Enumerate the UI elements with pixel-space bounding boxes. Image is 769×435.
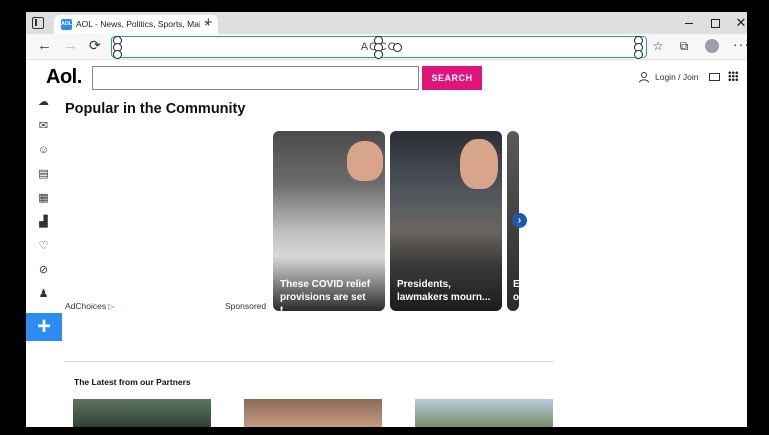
tab-title: AOL - News, Politics, Sports, Mail bbox=[76, 19, 200, 29]
next-arrow-button[interactable]: › bbox=[512, 213, 527, 228]
title-bar: AOL AOL - News, Politics, Sports, Mail ×… bbox=[26, 12, 747, 34]
adchoices-label: AdChoices bbox=[65, 301, 107, 311]
person-icon[interactable]: ☺ bbox=[37, 144, 50, 157]
tab-aol[interactable]: AOL AOL - News, Politics, Sports, Mail × bbox=[54, 15, 218, 34]
finance-icon[interactable]: ▟ bbox=[37, 216, 50, 229]
selection-handle-icon[interactable] bbox=[393, 43, 402, 52]
adchoices-link[interactable]: AdChoices ▷ bbox=[65, 301, 114, 311]
search-input[interactable] bbox=[92, 66, 419, 90]
card-headline: Presidents, lawmakers mourn... bbox=[397, 279, 491, 303]
browser-window: AOL AOL - News, Politics, Sports, Mail ×… bbox=[26, 12, 747, 427]
forward-arrow-icon[interactable]: → bbox=[63, 37, 78, 54]
divider bbox=[64, 361, 554, 362]
section-title: Popular in the Community bbox=[65, 101, 246, 117]
close-window-button[interactable]: ✕ bbox=[734, 16, 747, 30]
entertainment-icon[interactable]: ▦ bbox=[37, 192, 50, 205]
favorites-icon[interactable]: ☆ bbox=[651, 39, 665, 53]
adchoices-icon: ▷ bbox=[108, 302, 115, 311]
partner-thumbnail[interactable] bbox=[415, 399, 553, 427]
aol-favicon-icon: AOL bbox=[61, 19, 72, 30]
mail-icon[interactable]: ✉ bbox=[37, 120, 50, 133]
card-headline: These COVID relief provisions are set t.… bbox=[280, 279, 371, 311]
selection-handle-icon[interactable] bbox=[113, 50, 122, 59]
sponsored-label: Sponsored bbox=[225, 301, 267, 311]
maximize-button[interactable] bbox=[708, 16, 722, 30]
selection-handle-icon[interactable] bbox=[374, 50, 383, 59]
collections-icon[interactable]: ⧉ bbox=[677, 39, 691, 53]
profile-avatar[interactable] bbox=[705, 39, 719, 53]
partner-thumbnail[interactable] bbox=[244, 399, 382, 427]
address-bar[interactable]: AOCO bbox=[111, 36, 647, 59]
apps-grid-icon[interactable] bbox=[728, 71, 738, 81]
user-icon[interactable] bbox=[638, 71, 650, 83]
card-photo bbox=[460, 139, 498, 189]
reload-icon[interactable]: ⟳ bbox=[89, 37, 101, 54]
news-card[interactable]: Presidents, lawmakers mourn... bbox=[390, 131, 502, 311]
back-arrow-icon[interactable]: ← bbox=[37, 37, 52, 54]
weather-icon[interactable]: ☁ bbox=[37, 96, 50, 109]
card-photo bbox=[347, 141, 383, 181]
partner-thumbnail[interactable] bbox=[73, 399, 211, 427]
new-tab-button[interactable]: + bbox=[204, 14, 213, 32]
search-button[interactable]: SEARCH bbox=[422, 66, 482, 90]
add-button[interactable]: + bbox=[26, 313, 62, 341]
lifestyle-icon[interactable]: ♡ bbox=[37, 240, 50, 253]
sports-icon[interactable]: ⊘ bbox=[37, 264, 50, 277]
browser-toolbar: ← → ⟳ AOCO ☆ ⧉ ··· bbox=[26, 34, 747, 60]
login-link[interactable]: Login / Join bbox=[655, 72, 698, 82]
mail-icon[interactable] bbox=[709, 73, 720, 81]
tab-actions-icon[interactable] bbox=[32, 17, 44, 29]
selection-handle-icon[interactable] bbox=[634, 50, 643, 59]
minimize-button[interactable] bbox=[682, 16, 696, 30]
more-options-icon[interactable]: ··· bbox=[733, 36, 747, 52]
games-icon[interactable]: ♟ bbox=[37, 288, 50, 301]
desktop-frame: AOL AOL - News, Politics, Sports, Mail ×… bbox=[0, 0, 769, 435]
card-headline: E o bbox=[513, 279, 519, 303]
news-card[interactable]: These COVID relief provisions are set t.… bbox=[273, 131, 385, 311]
partners-title: The Latest from our Partners bbox=[74, 377, 191, 387]
news-icon[interactable]: ▤ bbox=[37, 168, 50, 181]
aol-logo[interactable]: Aol. bbox=[46, 66, 82, 89]
